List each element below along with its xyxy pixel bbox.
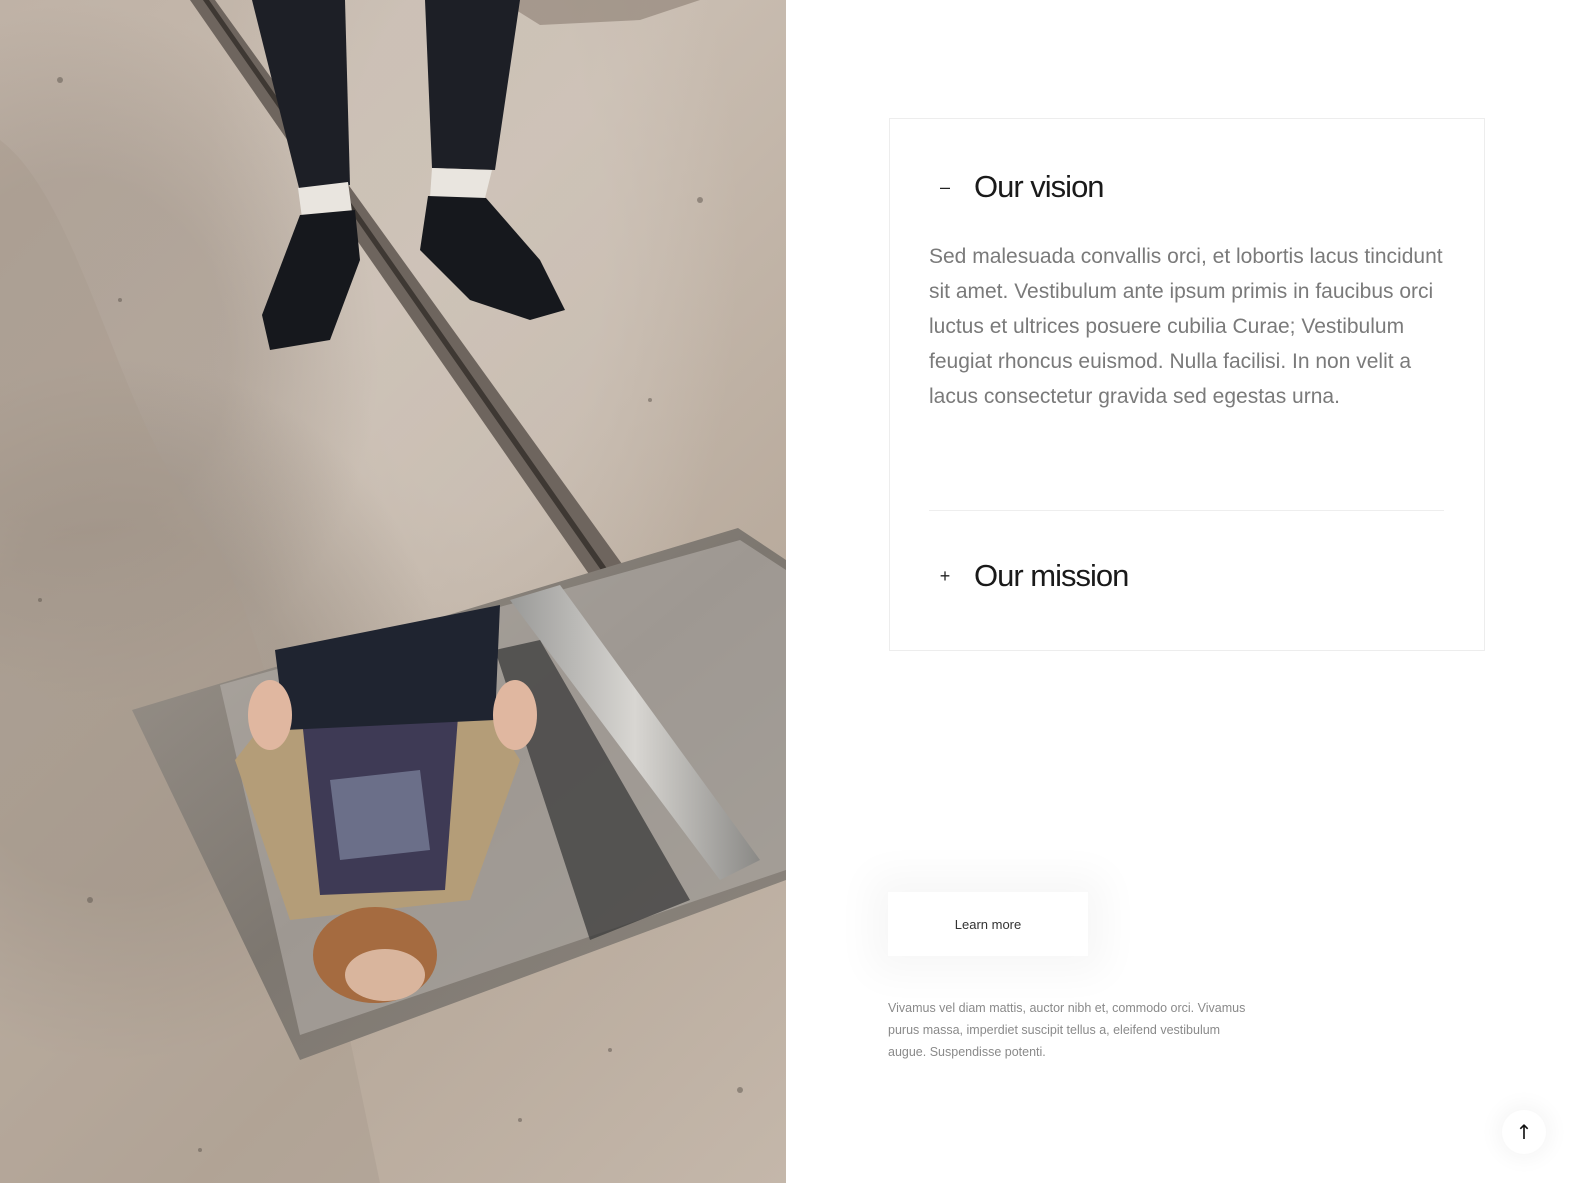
back-to-top-button[interactable]: ↑ bbox=[1502, 1110, 1546, 1154]
accordion: – Our vision Sed malesuada convallis orc… bbox=[889, 118, 1485, 651]
minus-icon[interactable]: – bbox=[935, 177, 955, 198]
learn-more-label: Learn more bbox=[954, 916, 1022, 932]
accordion-item-content: Sed malesuada convallis orci, et loborti… bbox=[929, 245, 1443, 408]
accordion-item-our-vision-header[interactable]: – Our vision bbox=[935, 169, 1105, 205]
hero-photo-illustration bbox=[0, 0, 786, 1183]
page: – Our vision Sed malesuada convallis orc… bbox=[0, 0, 1581, 1183]
arrow-up-icon: ↑ bbox=[1515, 1120, 1533, 1144]
accordion-item-title[interactable]: Our vision bbox=[974, 169, 1105, 205]
accordion-divider bbox=[929, 510, 1444, 511]
plus-icon[interactable]: + bbox=[935, 566, 955, 587]
accordion-item-our-mission-header[interactable]: + Our mission bbox=[935, 558, 1130, 594]
accordion-item-title[interactable]: Our mission bbox=[974, 558, 1129, 594]
learn-more-button[interactable]: Learn more bbox=[888, 892, 1088, 956]
description-text: Vivamus vel diam mattis, auctor nibh et,… bbox=[888, 1001, 1246, 1059]
hero-photo bbox=[0, 0, 786, 1183]
